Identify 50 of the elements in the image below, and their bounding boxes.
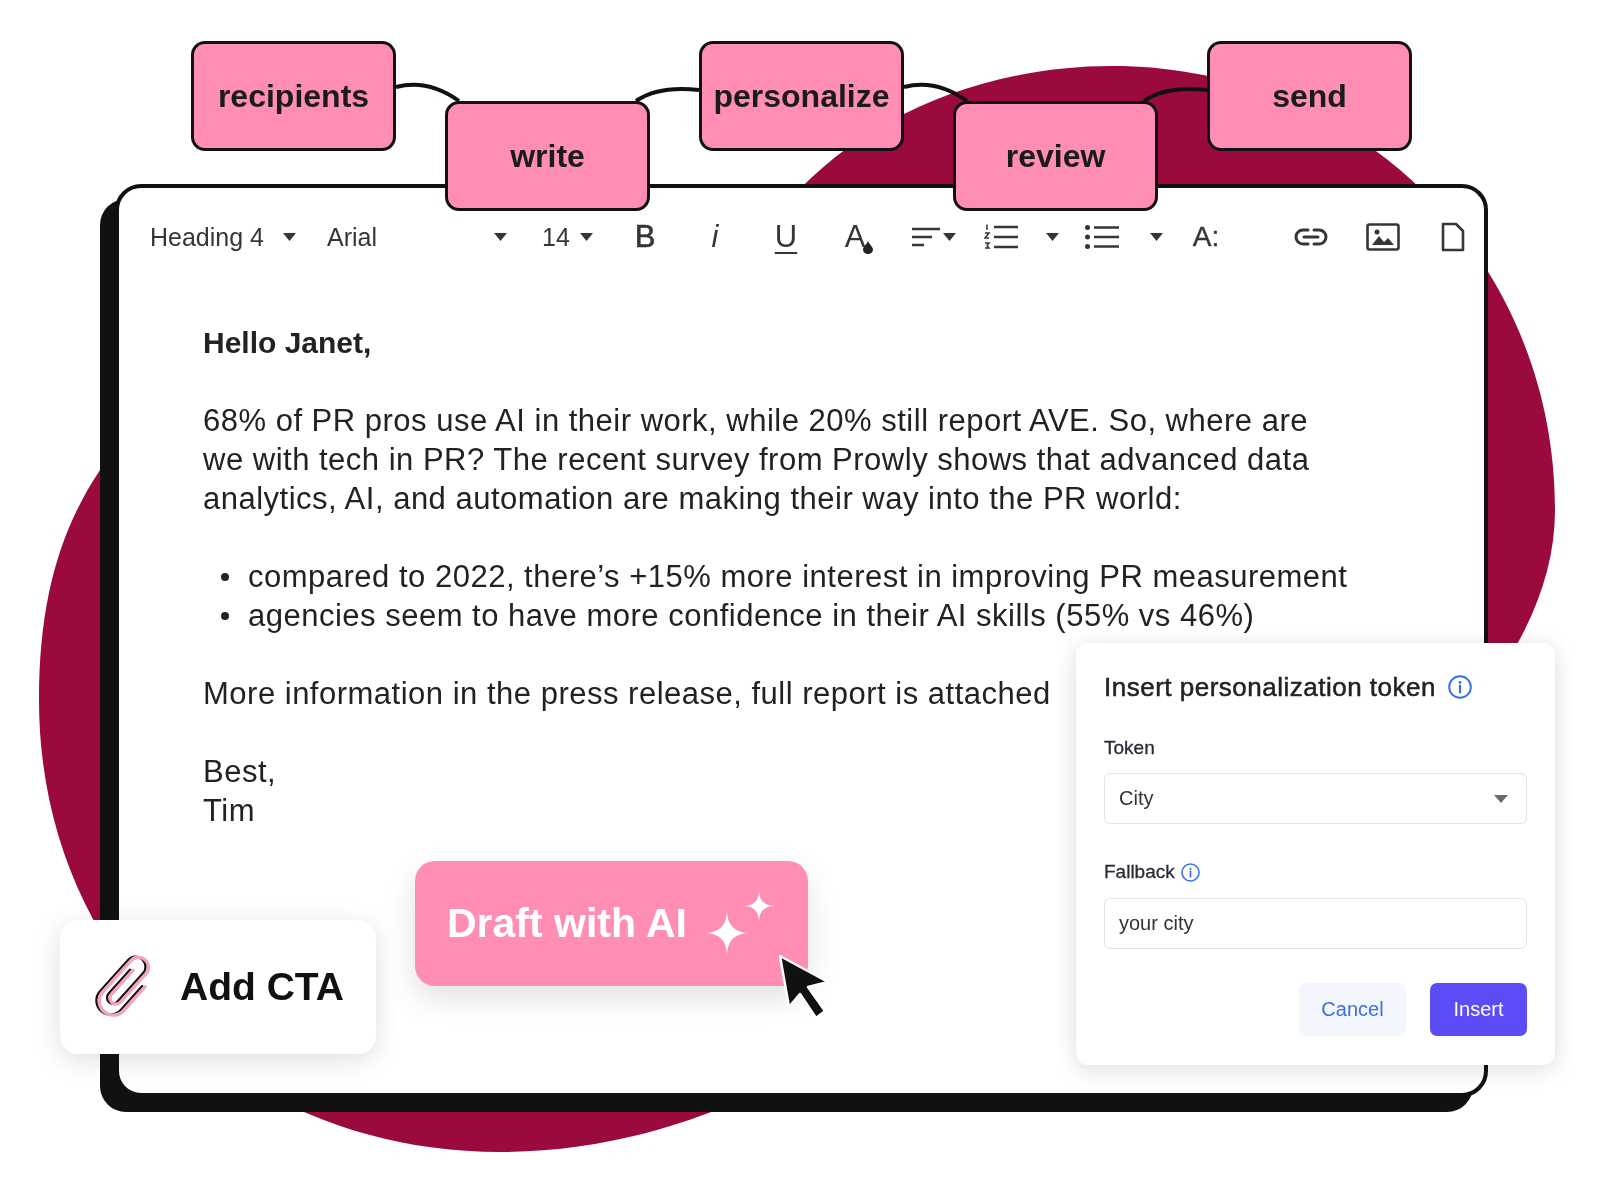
step-node: review: [953, 101, 1158, 211]
drop-icon: [863, 241, 873, 254]
sign-off-text: Tim: [203, 792, 255, 830]
document-icon: [1441, 222, 1465, 252]
cancel-button[interactable]: Cancel: [1299, 983, 1406, 1036]
info-icon: [1180, 862, 1200, 882]
connector-line: [395, 82, 461, 103]
text-size-button[interactable]: A:: [1189, 215, 1223, 259]
sign-off-text: Best,: [203, 753, 277, 791]
caret-icon: [1046, 233, 1059, 241]
bullet-icon: [221, 572, 229, 581]
caret-icon: [580, 233, 593, 241]
info-icon: [1447, 675, 1472, 699]
caret-icon: [283, 233, 296, 241]
underline-button[interactable]: U: [766, 215, 806, 259]
connector-line: [1142, 86, 1208, 103]
bullet-text: compared to 2022, there’s +15% more interest in improving PR measurement: [248, 558, 1348, 596]
caret-icon: [943, 233, 956, 241]
step-node: write: [445, 101, 650, 211]
token-select[interactable]: City: [1104, 773, 1527, 824]
step-node: send: [1207, 41, 1412, 151]
connector-line: [903, 82, 969, 103]
numbered-list-icon: [984, 224, 1018, 250]
field-label: Fallback: [1104, 861, 1175, 883]
bullet-text: agencies seem to have more confidence in their AI skills (55% vs 46%): [248, 597, 1255, 635]
bullet-icon: [221, 611, 229, 620]
fallback-input[interactable]: your city: [1104, 898, 1527, 949]
align-left-icon: [912, 227, 940, 247]
italic-button[interactable]: i: [695, 215, 735, 259]
popup-title: Insert personalization token: [1104, 671, 1436, 703]
image-icon: [1366, 223, 1400, 251]
style-dropdown[interactable]: Heading 4: [150, 215, 296, 259]
connector-line: [634, 86, 700, 103]
font-dropdown[interactable]: Arial: [327, 215, 507, 259]
caret-icon: [1494, 794, 1508, 803]
bold-button[interactable]: B: [625, 215, 665, 259]
body-paragraph: 68% of PR pros use AI in their work, while 20% still report AVE. So, where are we with tech in PR? The recent survey from Prowly shows that advanced data analytics, AI, and automation are making their way into the PR world:: [203, 402, 1311, 518]
caret-icon: [494, 233, 507, 241]
bullet-list-icon: [1085, 225, 1119, 249]
step-node: personalize: [699, 41, 904, 151]
greeting-text: Hello Janet,: [203, 325, 372, 361]
size-dropdown[interactable]: 14: [542, 215, 593, 259]
field-label: Token: [1104, 737, 1155, 759]
add-cta-button[interactable]: Add CTA: [60, 920, 376, 1054]
body-paragraph: More information in the press release, full report is attached: [203, 675, 1051, 713]
insert-button[interactable]: Insert: [1430, 983, 1527, 1036]
caret-icon: [1150, 233, 1163, 241]
text-color-button[interactable]: A: [835, 215, 875, 259]
link-icon: [1294, 228, 1328, 246]
step-node: recipients: [191, 41, 396, 151]
